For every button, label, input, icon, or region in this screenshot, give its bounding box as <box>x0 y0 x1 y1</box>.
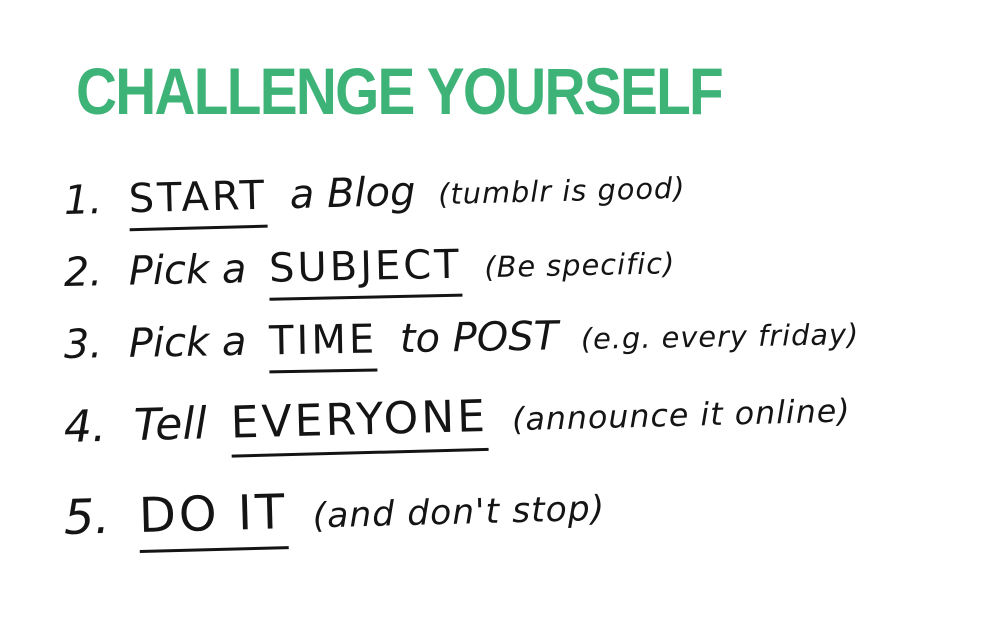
list-item-4: 4. Tell EVERYONE (announce it online) <box>63 381 851 462</box>
item-note: (tumblr is good) <box>437 170 686 212</box>
item-text-before: Pick a <box>128 318 247 367</box>
item-number: 1. <box>63 177 103 224</box>
item-number: 3. <box>63 321 103 368</box>
item-note: (and don't stop) <box>312 488 606 537</box>
item-text-before: Tell <box>133 398 208 452</box>
list-item-1: 1. START a Blog (tumblr is good) <box>63 162 686 233</box>
item-text-before: Pick a <box>128 246 247 295</box>
item-keyword: START <box>128 172 268 232</box>
item-keyword: EVERYONE <box>230 390 489 458</box>
list-item-2: 2. Pick a SUBJECT (Be specific) <box>63 237 676 305</box>
list-item-3: 3. Pick a TIME to POST (e.g. every frida… <box>64 308 860 377</box>
item-text-after: a Blog <box>289 168 417 219</box>
item-note: (e.g. every friday) <box>580 317 860 356</box>
item-number: 4. <box>63 400 107 453</box>
page-title: CHALLENGE YOURSELF <box>76 54 724 128</box>
item-note: (announce it online) <box>511 393 852 439</box>
item-number: 5. <box>63 488 111 546</box>
item-note: (Be specific) <box>484 246 676 285</box>
item-keyword: DO IT <box>138 484 289 554</box>
list-item-5: 5. DO IT (and don't stop) <box>63 476 606 555</box>
item-keyword: TIME <box>268 316 378 374</box>
item-keyword: SUBJECT <box>268 241 463 301</box>
item-number: 2. <box>63 249 103 296</box>
item-text-after: to POST <box>399 313 559 363</box>
